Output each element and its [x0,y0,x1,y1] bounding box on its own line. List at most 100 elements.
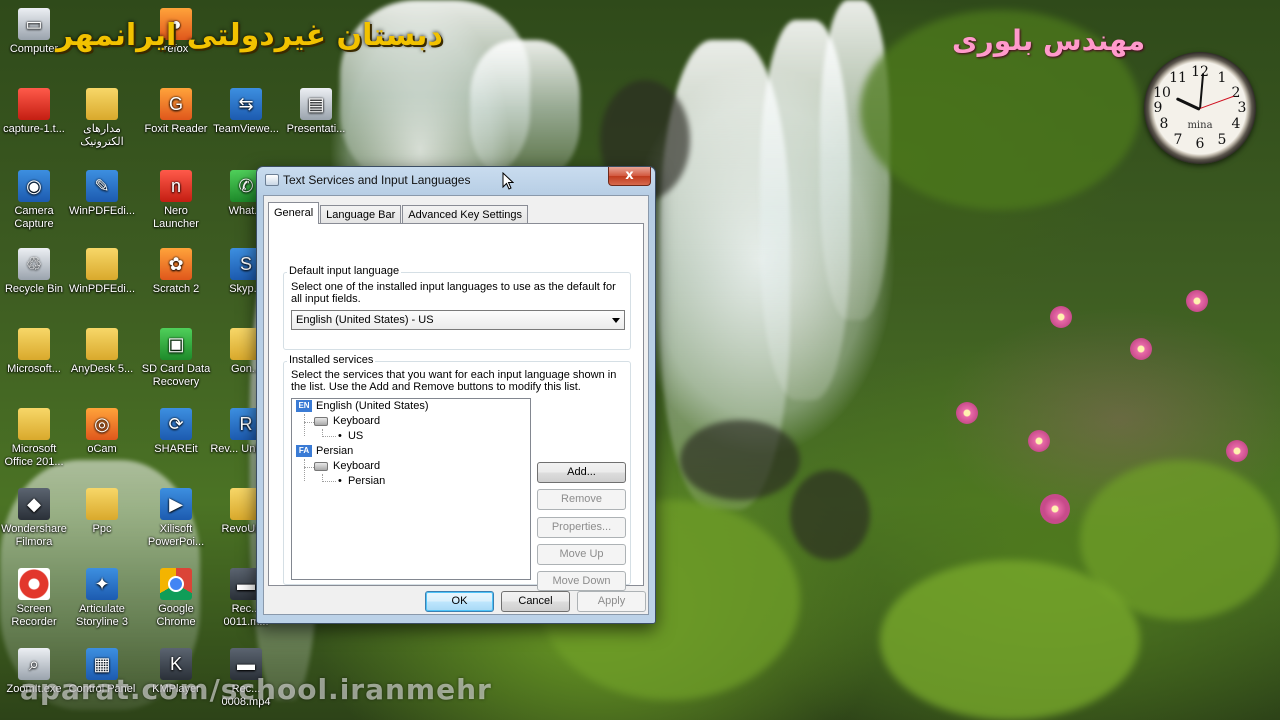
move-down-button[interactable]: Move Down [537,571,626,591]
properties-button[interactable]: Properties... [537,517,626,538]
tree-layout-us[interactable]: • US [338,429,363,444]
folder-icon [86,248,118,280]
clock-number: 6 [1195,136,1205,152]
scratch-icon: ✿ [160,248,192,280]
desktop-icon-ocam[interactable]: ◎ oCam [66,408,138,456]
desktop-icon-anydesk[interactable]: AnyDesk 5... [66,328,138,376]
installed-services-tree[interactable]: EN English (United States) Keyboard • US … [291,398,531,580]
storyline-icon: ✦ [86,568,118,600]
flower [1050,306,1072,328]
keyboard-icon [314,461,328,471]
watermark-text: aparat.com/school.iranmehr [20,673,492,706]
add-button[interactable]: Add... [537,462,626,483]
rock [680,420,800,500]
desktop-icon-foxit[interactable]: G Foxit Reader [140,88,212,136]
filmora-icon: ◆ [18,488,50,520]
desktop-icon-filmora[interactable]: ◆ Wondershare Filmora [0,488,70,549]
close-button[interactable]: x [608,167,651,186]
clock-number: 10 [1153,85,1171,101]
tab-language-bar[interactable]: Language Bar [320,205,402,224]
move-up-button[interactable]: Move Up [537,544,626,565]
flower [1040,494,1070,524]
desktop-icon-sd-recovery[interactable]: ▣ SD Card Data Recovery [140,328,212,389]
ocam-icon: ◎ [86,408,118,440]
default-language-select[interactable]: English (United States) - US [291,310,625,330]
flower [1186,290,1208,312]
recycle-bin-icon: ♲ [18,248,50,280]
video-file-icon [18,88,50,120]
text-services-dialog: Text Services and Input Languages x Gene… [256,166,656,624]
desktop-icon-storyline[interactable]: ✦ Articulate Storyline 3 [66,568,138,629]
folder-icon [86,88,118,120]
mouse-cursor-icon [502,172,514,190]
teamviewer-icon: ⇆ [230,88,262,120]
cancel-button[interactable]: Cancel [501,591,570,612]
clock-gadget[interactable]: 12 1 2 3 4 5 6 7 8 9 10 11 mina [1144,52,1256,164]
ok-button[interactable]: OK [425,591,494,612]
tree-line [304,467,314,468]
tree-category-keyboard[interactable]: Keyboard [314,414,380,429]
desktop-icon-office[interactable]: Microsoft Office 201... [0,408,70,469]
tree-line [304,459,305,481]
general-tab-page: Default input language Select one of the… [268,223,644,591]
tree-line [304,414,305,436]
clock-number: 7 [1173,132,1183,148]
installed-services-description: Select the services that you want for ea… [291,369,617,393]
flower [1028,430,1050,452]
desktop-icon-microsoft[interactable]: Microsoft... [0,328,70,376]
chevron-down-icon [612,318,620,323]
desktop-icon-capture[interactable]: capture-1.t... [0,88,70,136]
waterfall-stream [470,40,580,180]
tab-strip: General Language Bar Advanced Key Settin… [268,202,529,224]
tree-category-label: Keyboard [333,460,381,472]
tree-line [304,422,314,423]
clock-number: 12 [1191,64,1209,80]
dialog-titlebar[interactable]: Text Services and Input Languages x [257,167,655,193]
keyboard-icon [265,174,279,186]
desktop-icon-winpdf-folder[interactable]: WinPDFEdi... [66,248,138,296]
chrome-icon [160,568,192,600]
desktop-icon-ppc[interactable]: Ppc [66,488,138,536]
desktop-icon-shareit[interactable]: ⟳ SHAREit [140,408,212,456]
tree-layout-persian[interactable]: • Persian [338,474,385,489]
desktop-icon-teamviewer[interactable]: ⇆ TeamViewe... [210,88,282,136]
clock-hour-hand [1175,97,1201,111]
flower [956,402,978,424]
tree-category-keyboard[interactable]: Keyboard [314,459,380,474]
tree-language-persian[interactable]: FA Persian [296,444,353,459]
close-icon: x [625,168,634,183]
tree-layout-label: US [347,430,364,442]
sd-recovery-icon: ▣ [160,328,192,360]
language-badge-icon: FA [296,445,312,458]
xilisoft-icon: ▶ [160,488,192,520]
desktop-icon-scratch[interactable]: ✿ Scratch 2 [140,248,212,296]
tab-advanced-key-settings[interactable]: Advanced Key Settings [402,205,529,224]
shareit-icon: ⟳ [160,408,192,440]
folder-icon [18,408,50,440]
tab-general[interactable]: General [268,202,320,224]
tree-language-english[interactable]: EN English (United States) [296,399,429,414]
default-language-description: Select one of the installed input langua… [291,281,616,305]
folder-icon [86,328,118,360]
default-language-value: English (United States) - US [296,314,434,326]
apply-button[interactable]: Apply [577,591,646,612]
desktop-icon-xilisoft[interactable]: ▶ Xilisoft PowerPoi... [140,488,212,549]
desktop-icon-nero[interactable]: n Nero Launcher [140,170,212,231]
flower [1226,440,1248,462]
clock-number: 9 [1153,100,1163,116]
keyboard-icon [314,416,328,426]
desktop-icon-screen-recorder[interactable]: Screen Recorder [0,568,70,629]
language-badge-icon: EN [296,400,312,413]
foxit-icon: G [160,88,192,120]
remove-button[interactable]: Remove [537,489,626,510]
desktop-icon-presentation[interactable]: ▤ Presentati... [280,88,352,136]
desktop-icon-camera-capture[interactable]: ◉ Camera Capture [0,170,70,231]
flower [1130,338,1152,360]
desktop-icon-winpdf-app[interactable]: ✎ WinPDFEdi... [66,170,138,218]
author-overlay: مهندس بلوری [952,24,1146,57]
clock-number: 3 [1237,100,1247,116]
desktop-icon-recycle-bin[interactable]: ♲ Recycle Bin [0,248,70,296]
desktop-icon-chrome[interactable]: Google Chrome [140,568,212,629]
presentation-icon: ▤ [300,88,332,120]
desktop-icon-circuits[interactable]: مدارهای الکترونیک [66,88,138,149]
